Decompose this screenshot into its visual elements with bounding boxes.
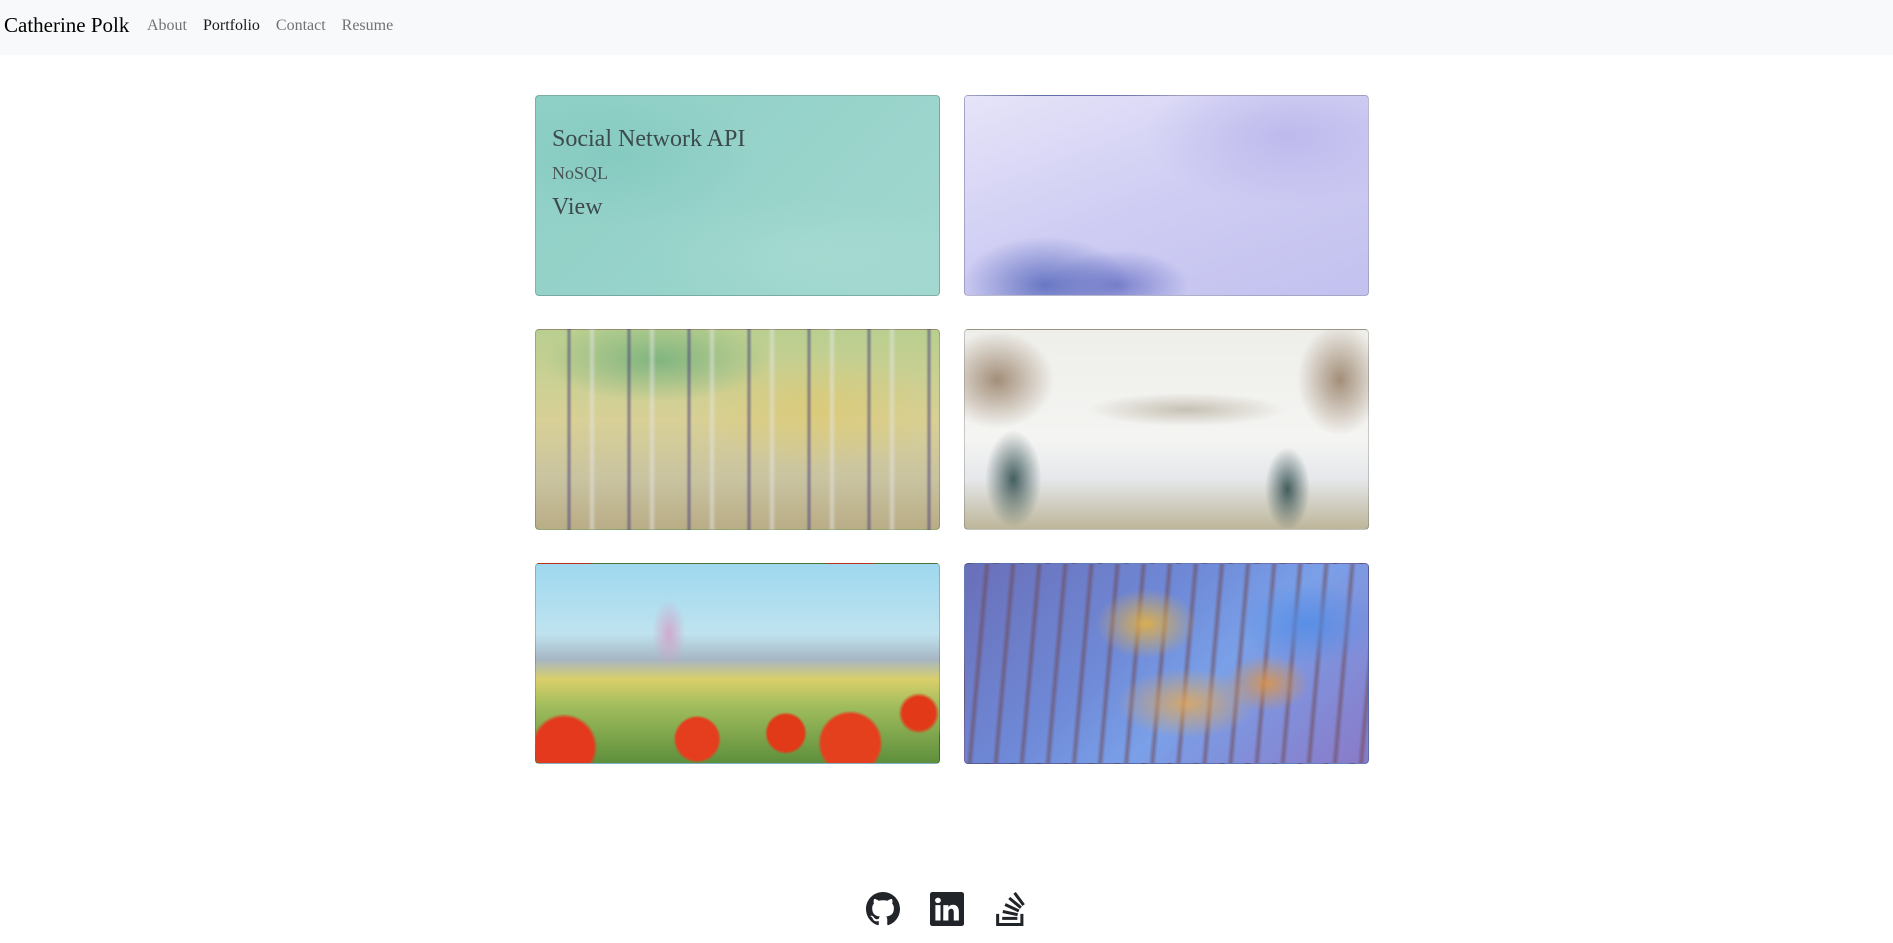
- github-icon[interactable]: [865, 892, 900, 926]
- project-card-lavender-watercolor[interactable]: [964, 95, 1369, 296]
- nav-link-contact[interactable]: Contact: [276, 17, 326, 35]
- linkedin-icon[interactable]: [929, 892, 964, 926]
- card-body: Social Network API NoSQL View: [552, 126, 745, 221]
- nav-link-about[interactable]: About: [147, 17, 187, 35]
- nav-link-portfolio[interactable]: Portfolio: [203, 17, 260, 35]
- project-card-social-network-api[interactable]: Social Network API NoSQL View: [535, 95, 940, 296]
- navbar: Catherine Polk About Portfolio Contact R…: [0, 0, 1893, 55]
- portfolio-grid: Social Network API NoSQL View: [535, 95, 1370, 764]
- card-subtitle: NoSQL: [552, 163, 609, 183]
- nav-link-resume[interactable]: Resume: [342, 17, 394, 35]
- nav-links: About Portfolio Contact Resume: [147, 17, 409, 35]
- project-card-poppy-field[interactable]: [535, 563, 940, 764]
- project-card-autumn-forest[interactable]: [964, 563, 1369, 764]
- footer: [0, 892, 1893, 926]
- project-card-winter-landscape[interactable]: [964, 329, 1369, 530]
- stackoverflow-icon[interactable]: [994, 892, 1028, 926]
- card-title: Social Network API: [552, 126, 746, 152]
- brand-link[interactable]: Catherine Polk: [4, 13, 129, 38]
- project-card-birch-forest[interactable]: [535, 329, 940, 530]
- view-project-link[interactable]: View: [552, 194, 603, 220]
